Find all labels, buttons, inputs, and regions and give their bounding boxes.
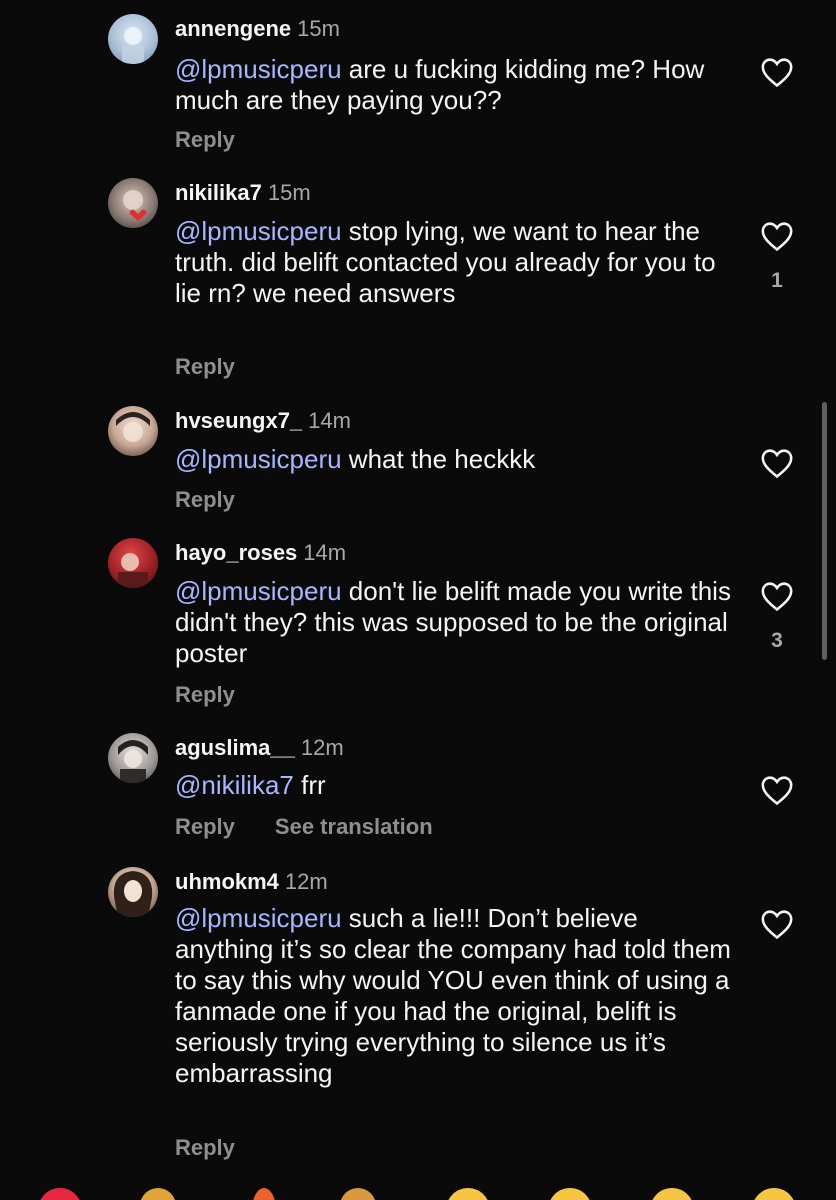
mention-link[interactable]: @lpmusicperu — [175, 54, 342, 84]
comment-time: 12m — [300, 735, 344, 760]
comment-actions: Reply See translation — [175, 814, 473, 840]
emoji-reaction-bar — [0, 1178, 836, 1200]
mention-link[interactable]: @nikilika7 — [175, 770, 294, 800]
comment-time: 15m — [297, 16, 340, 41]
scrollbar[interactable] — [822, 402, 827, 660]
avatar[interactable] — [108, 538, 158, 588]
reply-button[interactable]: Reply — [175, 814, 235, 839]
reply-button[interactable]: Reply — [175, 487, 235, 512]
comment-text: @lpmusicperu are u fucking kidding me? H… — [175, 54, 735, 116]
comment-actions: Reply — [175, 487, 275, 513]
mention-link[interactable]: @lpmusicperu — [175, 576, 342, 606]
comment-time: 12m — [284, 869, 328, 894]
heart-outline-icon[interactable] — [760, 580, 794, 612]
avatar[interactable] — [108, 178, 158, 228]
comment-body: frr — [293, 770, 326, 800]
comment-username[interactable]: hvseungx7_ 14m — [175, 408, 351, 434]
comment-username[interactable]: hayo_roses 14m — [175, 540, 346, 566]
reply-button[interactable]: Reply — [175, 1135, 235, 1160]
mention-link[interactable]: @lpmusicperu — [175, 903, 342, 933]
laughing-face-emoji-icon[interactable] — [752, 1188, 796, 1200]
clap-emoji-icon[interactable] — [340, 1188, 376, 1200]
heart-eyes-emoji-icon[interactable] — [548, 1188, 592, 1200]
heart-outline-icon[interactable] — [760, 774, 794, 806]
see-translation-button[interactable]: See translation — [275, 814, 433, 839]
comment-text: @lpmusicperu such a lie!!! Don’t believe… — [175, 903, 735, 1089]
reply-button[interactable]: Reply — [175, 682, 235, 707]
reply-button[interactable]: Reply — [175, 354, 235, 379]
mention-link[interactable]: @lpmusicperu — [175, 216, 342, 246]
surprised-face-emoji-icon[interactable] — [650, 1188, 694, 1200]
comment-actions: Reply — [175, 682, 275, 708]
mention-link[interactable]: @lpmusicperu — [175, 444, 342, 474]
comment-text: @lpmusicperu stop lying, we want to hear… — [175, 216, 735, 309]
heart-emoji-icon[interactable] — [38, 1188, 82, 1200]
username-text[interactable]: nikilika7 — [175, 180, 262, 205]
username-text[interactable]: annengene — [175, 16, 291, 41]
comment-username[interactable]: annengene 15m — [175, 16, 340, 42]
comment-actions: Reply — [175, 354, 275, 380]
comment-text: @lpmusicperu what the heckkk — [175, 444, 735, 475]
comment-actions: Reply — [175, 127, 275, 153]
reply-button[interactable]: Reply — [175, 127, 235, 152]
heart-outline-icon[interactable] — [760, 447, 794, 479]
heart-outline-icon[interactable] — [760, 908, 794, 940]
heart-outline-icon[interactable] — [760, 220, 794, 252]
avatar[interactable] — [108, 867, 158, 917]
comment-actions: Reply — [175, 1135, 275, 1161]
like-count: 1 — [771, 269, 783, 292]
comment-time: 14m — [303, 540, 347, 565]
comment-text: @lpmusicperu don't lie belift made you w… — [175, 576, 735, 669]
comment-body: what the heckkk — [341, 444, 536, 474]
comment-time: 15m — [267, 180, 311, 205]
comment-text: @nikilika7 frr — [175, 770, 735, 801]
like-count: 3 — [771, 629, 783, 652]
fire-emoji-icon[interactable] — [252, 1188, 276, 1200]
username-text[interactable]: hvseungx7_ — [175, 408, 302, 433]
avatar[interactable] — [108, 406, 158, 456]
username-text[interactable]: aguslima__ — [175, 735, 295, 760]
comment-username[interactable]: uhmokm4 12m — [175, 869, 328, 895]
username-text[interactable]: uhmokm4 — [175, 869, 279, 894]
comment-username[interactable]: aguslima__ 12m — [175, 735, 344, 761]
heart-outline-icon[interactable] — [760, 56, 794, 88]
comment-time: 14m — [308, 408, 351, 433]
crying-face-emoji-icon[interactable] — [446, 1188, 490, 1200]
username-text[interactable]: hayo_roses — [175, 540, 297, 565]
comment-username[interactable]: nikilika7 15m — [175, 180, 311, 206]
avatar[interactable] — [108, 733, 158, 783]
raised-hands-emoji-icon[interactable] — [140, 1188, 176, 1200]
avatar[interactable] — [108, 14, 158, 64]
